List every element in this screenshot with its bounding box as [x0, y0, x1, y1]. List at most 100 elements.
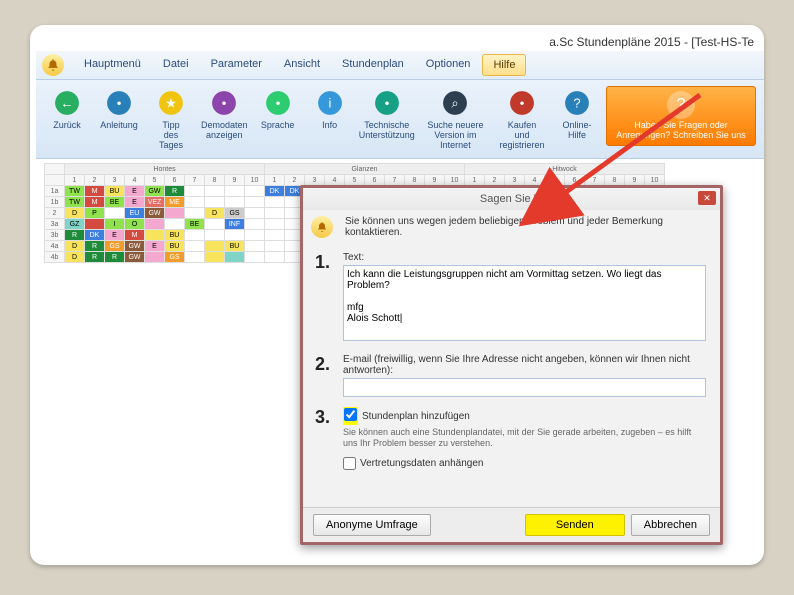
ribbon-help[interactable]: ?Online-Hilfe: [554, 86, 600, 142]
empty-cell: [225, 197, 245, 208]
menu-stundenplan[interactable]: Stundenplan: [332, 54, 414, 76]
lesson-cell[interactable]: BU: [165, 230, 185, 241]
ribbon-tip[interactable]: ★Tipp des Tages: [148, 86, 194, 152]
lesson-cell[interactable]: INF: [225, 219, 245, 230]
lesson-cell[interactable]: D: [65, 208, 85, 219]
lesson-cell[interactable]: GS: [225, 208, 245, 219]
lesson-cell[interactable]: [225, 252, 245, 263]
menu-parameter[interactable]: Parameter: [201, 54, 272, 76]
lesson-cell[interactable]: BU: [225, 241, 245, 252]
ribbon-demo[interactable]: •Demodaten anzeigen: [200, 86, 249, 142]
row-label: 3a: [45, 219, 65, 230]
empty-cell: [225, 230, 245, 241]
lesson-cell[interactable]: M: [85, 197, 105, 208]
row-label: 4b: [45, 252, 65, 263]
lesson-cell[interactable]: E: [125, 186, 145, 197]
lesson-cell[interactable]: [205, 241, 225, 252]
menu-ansicht[interactable]: Ansicht: [274, 54, 330, 76]
lesson-cell[interactable]: BE: [105, 197, 125, 208]
attach-substitution-label: Vertretungsdaten anhängen: [360, 458, 483, 469]
dialog-title: Sagen Sie "s: [480, 193, 543, 205]
lesson-cell[interactable]: GW: [125, 252, 145, 263]
lesson-cell[interactable]: R: [65, 230, 85, 241]
lesson-cell[interactable]: [145, 252, 165, 263]
empty-cell: [245, 230, 265, 241]
lang-icon: •: [263, 88, 293, 118]
lesson-cell[interactable]: TW: [65, 186, 85, 197]
lesson-cell[interactable]: EU: [125, 208, 145, 219]
empty-cell: [245, 219, 265, 230]
lesson-cell[interactable]: ME: [165, 197, 185, 208]
lesson-cell[interactable]: I: [105, 219, 125, 230]
lesson-cell[interactable]: [205, 252, 225, 263]
ribbon-buy[interactable]: •Kaufen und registrieren: [496, 86, 548, 152]
lesson-cell[interactable]: R: [85, 252, 105, 263]
empty-cell: [245, 241, 265, 252]
lesson-cell[interactable]: GW: [125, 241, 145, 252]
lesson-cell[interactable]: [165, 208, 185, 219]
lesson-cell[interactable]: D: [65, 241, 85, 252]
lesson-cell[interactable]: E: [105, 230, 125, 241]
lesson-cell[interactable]: R: [85, 241, 105, 252]
lesson-cell[interactable]: M: [85, 186, 105, 197]
lesson-cell[interactable]: TW: [65, 197, 85, 208]
lesson-cell[interactable]: BU: [105, 186, 125, 197]
ribbon-back[interactable]: ←Zurück: [44, 86, 90, 132]
email-input[interactable]: [343, 378, 706, 397]
menu-hilfe[interactable]: Hilfe: [482, 54, 526, 76]
lesson-cell[interactable]: BU: [165, 241, 185, 252]
lesson-cell[interactable]: M: [125, 230, 145, 241]
ribbon-search[interactable]: ⌕Suche neuere Version im Internet: [421, 86, 490, 152]
empty-cell: [185, 241, 205, 252]
attach-substitution-checkbox[interactable]: [343, 457, 356, 470]
lesson-cell[interactable]: R: [165, 186, 185, 197]
lesson-cell[interactable]: BE: [185, 219, 205, 230]
window-title: a.Sc Stundenpläne 2015 - [Test-HS-Te: [36, 31, 764, 51]
lesson-cell[interactable]: O: [125, 219, 145, 230]
lesson-cell[interactable]: DK: [85, 230, 105, 241]
lesson-cell[interactable]: DK: [265, 186, 285, 197]
lesson-cell[interactable]: D: [205, 208, 225, 219]
close-icon[interactable]: ✕: [698, 191, 716, 205]
lesson-cell[interactable]: VEZ: [145, 197, 165, 208]
svg-text:?: ?: [573, 95, 580, 110]
lesson-cell[interactable]: R: [105, 252, 125, 263]
menu-hauptmenü[interactable]: Hauptmenü: [74, 54, 151, 76]
info-icon: i: [315, 88, 345, 118]
feedback-text-input[interactable]: [343, 265, 706, 341]
menu-datei[interactable]: Datei: [153, 54, 199, 76]
lesson-cell[interactable]: GW: [145, 208, 165, 219]
lesson-cell[interactable]: E: [125, 197, 145, 208]
lesson-cell[interactable]: E: [145, 241, 165, 252]
lesson-cell[interactable]: [145, 230, 165, 241]
menu-optionen[interactable]: Optionen: [416, 54, 481, 76]
lesson-cell[interactable]: GW: [145, 186, 165, 197]
empty-cell: [265, 219, 285, 230]
text-label: Text:: [343, 252, 706, 263]
attach-schedule-checkbox[interactable]: [344, 408, 357, 421]
svg-text:•: •: [384, 95, 389, 110]
lesson-cell[interactable]: P: [85, 208, 105, 219]
lesson-cell[interactable]: GS: [165, 252, 185, 263]
ribbon-lang[interactable]: •Sprache: [255, 86, 301, 132]
ribbon-info[interactable]: iInfo: [307, 86, 353, 132]
ribbon-feedback-button[interactable]: ?Haben Sie Fragen oder Anregungen? Schre…: [606, 86, 756, 146]
lesson-cell[interactable]: D: [65, 252, 85, 263]
send-button[interactable]: Senden: [525, 514, 625, 536]
survey-button[interactable]: Anonyme Umfrage: [313, 514, 431, 536]
svg-text:⌕: ⌕: [452, 95, 459, 110]
lesson-cell[interactable]: GZ: [65, 219, 85, 230]
row-label: 1b: [45, 197, 65, 208]
bell-icon: [311, 216, 333, 238]
ribbon-support[interactable]: •Technische Unterstützung: [359, 86, 415, 142]
lesson-cell[interactable]: [145, 219, 165, 230]
svg-text:•: •: [275, 95, 280, 110]
empty-cell: [205, 197, 225, 208]
lesson-cell[interactable]: [85, 219, 105, 230]
lesson-cell[interactable]: GS: [105, 241, 125, 252]
ribbon-book[interactable]: •Anleitung: [96, 86, 142, 132]
dialog-titlebar: Sagen Sie "s ✕: [303, 188, 720, 210]
cancel-button[interactable]: Abbrechen: [631, 514, 710, 536]
tip-icon: ★: [156, 88, 186, 118]
help-icon: ?: [562, 88, 592, 118]
